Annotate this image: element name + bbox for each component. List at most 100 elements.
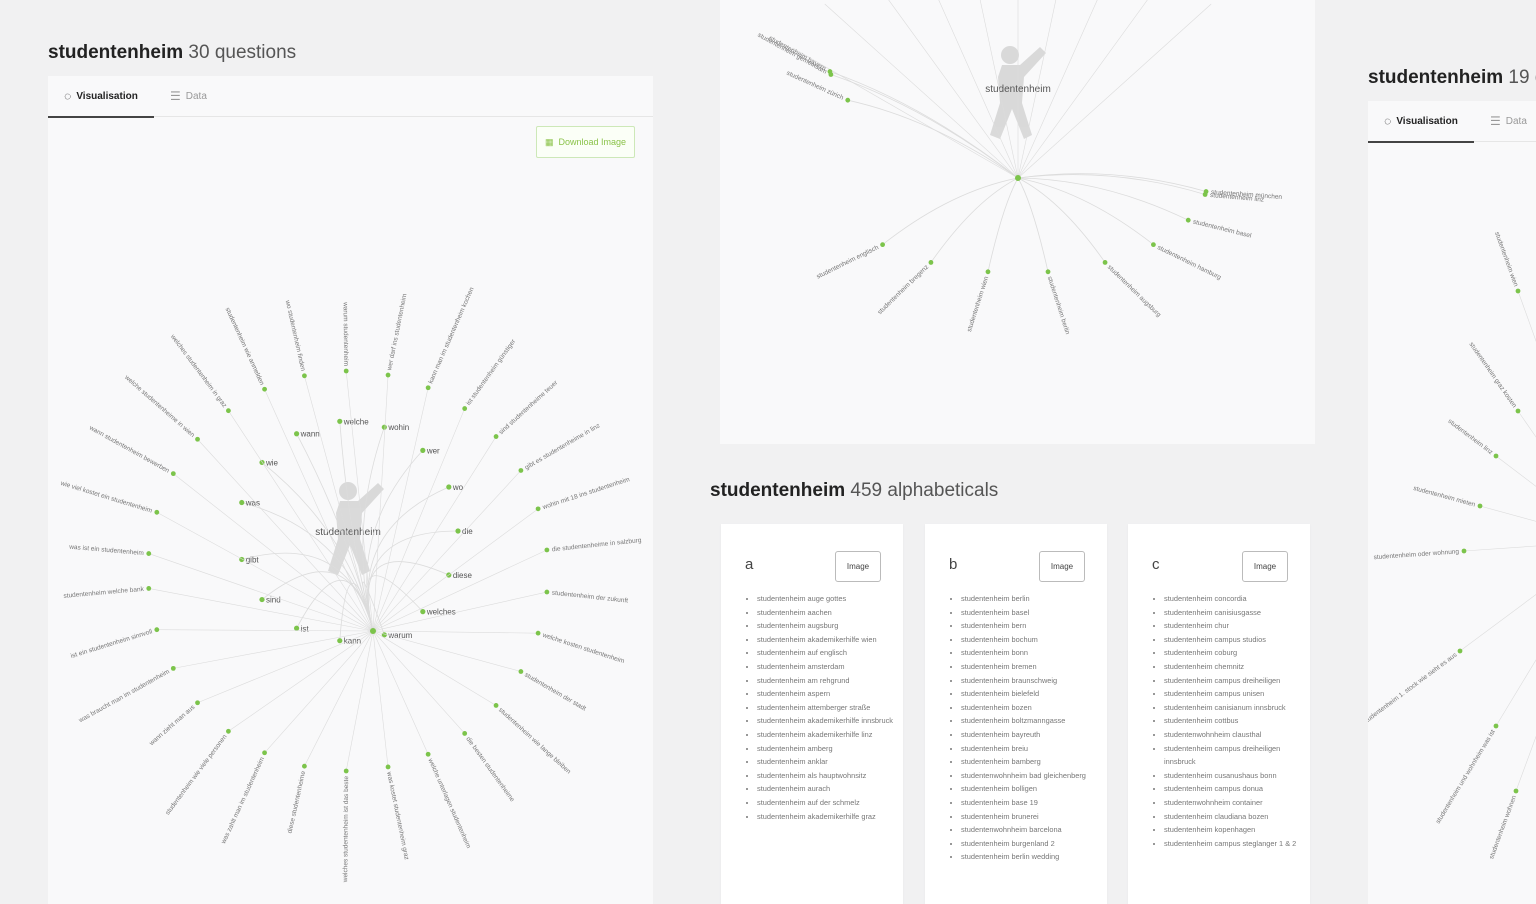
graph-node — [262, 386, 267, 392]
question-label: wie viel kostet ein studentenheim — [59, 480, 153, 515]
spoke-word-label: was — [245, 499, 260, 508]
suggestion-label: studentenheim englisch — [815, 244, 880, 281]
suggestion-label: studentenheim bayern — [768, 35, 828, 73]
graph-node — [226, 728, 231, 734]
question-label: warum studentenheim — [342, 301, 350, 366]
suggestion-item: studentenheim aspern — [757, 687, 897, 701]
suggestion-label: studentenheim augsburg — [1106, 264, 1163, 319]
graph-node — [425, 385, 431, 391]
question-label: studentenheim wohnen — [1488, 794, 1518, 860]
suggestion-item: studentenheim bamberg — [961, 755, 1101, 769]
graph-edge — [304, 630, 374, 767]
suggestion-item: studentenheim akademikerhilfe wien — [757, 633, 897, 647]
suggestion-item: studentenheim aurach — [757, 782, 897, 796]
graph-node — [1151, 242, 1156, 248]
graph-edge — [1017, 177, 1154, 245]
suggestion-item: studentenheim als hauptwohnsitz — [757, 769, 897, 783]
graph-node — [1461, 548, 1467, 554]
suggestion-item: studentenheim braunschweig — [961, 674, 1101, 688]
question-label: ist ein studentenheim sinnvoll — [70, 628, 154, 660]
suggestion-item: studentenheim bozen — [961, 701, 1101, 715]
question-label: studentenheim der zukunft — [551, 590, 628, 605]
suggestion-item: studentenheim akademikerhilfe innsbruck — [757, 714, 897, 728]
graph-edge — [1517, 410, 1536, 438]
graph-edge — [345, 630, 374, 772]
question-label: studentenheim und wohnheim was ist — [1435, 729, 1497, 826]
spoke-word-label: wohin — [387, 423, 409, 432]
graph-node — [381, 424, 387, 430]
graph-node — [518, 468, 524, 473]
graph-node — [154, 627, 160, 633]
graph-node — [1202, 192, 1208, 197]
graph-edge — [372, 549, 548, 632]
graph-node — [1185, 217, 1191, 223]
suggestion-item: studentenheim bremen — [961, 660, 1101, 674]
left-question-graph: studentenheimwaswiewannwelchewohinwerwod… — [59, 286, 642, 884]
graph-node — [420, 447, 426, 453]
graph-node — [845, 97, 851, 103]
graph-edge — [792, 47, 1019, 179]
graph-edge — [847, 99, 1019, 179]
image-button[interactable]: Image — [835, 551, 881, 582]
suggestion-item: studentenheim burgenland 2 — [961, 837, 1101, 851]
graph-node — [1513, 788, 1519, 794]
graph-edge — [367, 561, 449, 632]
suggestion-item: studentenwohnheim container — [1164, 796, 1304, 810]
left-heading: studentenheim 30 questions — [48, 42, 296, 64]
suggestion-item: studentenheim campus studios — [1164, 633, 1304, 647]
middle-heading: studentenheim 459 alphabeticals — [710, 480, 998, 502]
suggestion-item: studentenheim base 19 — [961, 796, 1101, 810]
graph-edge — [372, 630, 497, 706]
graph-node — [1102, 260, 1108, 265]
spoke-word-label: ist — [301, 624, 310, 633]
suggestion-item: studentenheim kopenhagen — [1164, 823, 1304, 837]
suggestion-item: studentenheim coburg — [1164, 646, 1304, 660]
image-button[interactable]: Image — [1242, 551, 1288, 582]
question-label: wer darf ins studentenheim — [386, 293, 409, 372]
suggestion-item: studentenheim bern — [961, 619, 1101, 633]
spoke-word-label: wie — [265, 458, 279, 467]
suggestion-item: studentenheim campus donua — [1164, 782, 1304, 796]
suggestion-item: studentenheim campus steglanger 1 & 2 — [1164, 837, 1304, 851]
suggestion-item: studentenheim brunerei — [961, 810, 1101, 824]
graph-edge — [372, 630, 521, 672]
question-label: wann studentenheim bewerben — [87, 424, 171, 475]
image-button[interactable]: Image — [1039, 551, 1085, 582]
graph-edge — [1017, 177, 1049, 272]
graph-node — [195, 700, 200, 706]
question-label: welches studentenheim ist das beste — [342, 776, 350, 884]
suggestion-label: studentenheim berlin — [1046, 276, 1071, 336]
question-label: gibt es studentenheime in linz — [524, 422, 602, 471]
graph-node — [302, 763, 307, 769]
question-label: wohin mit 18 ins studentenheim — [541, 476, 631, 511]
spoke-word-label: diese — [453, 571, 473, 580]
graph-node — [425, 751, 431, 757]
graph-edge — [372, 408, 465, 632]
suggestion-item: studentenheim chemnitz — [1164, 660, 1304, 674]
graph-edge — [1463, 545, 1536, 552]
graph-node — [195, 436, 200, 442]
graph-node — [170, 471, 176, 477]
graph-node — [239, 499, 245, 506]
question-label: welches studentenheim in graz — [168, 333, 228, 410]
suggestion-item: studentenheim berlin wedding — [961, 850, 1101, 864]
spoke-word-label: wer — [426, 446, 440, 455]
question-label: sind studentenheime teuer — [498, 379, 560, 436]
graph-node — [337, 638, 343, 644]
suggestion-item: studentenheim chur — [1164, 619, 1304, 633]
graph-node — [462, 406, 468, 411]
suggestion-list: studentenheim auge gottesstudentenheim a… — [743, 592, 897, 823]
suggestion-item: studentenheim bielefeld — [961, 687, 1101, 701]
right-heading-keyword: studentenheim — [1368, 67, 1504, 88]
left-heading-count: 30 questions — [188, 42, 297, 63]
question-label: wann zieht man aus — [148, 703, 197, 748]
alpha-card-letter: c — [1152, 556, 1160, 573]
graph-node — [928, 260, 934, 265]
graph-node — [455, 528, 461, 534]
suggestion-item: studentenheim anklar — [757, 755, 897, 769]
center-keyword-label: studentenheim — [315, 527, 381, 538]
graph-node — [420, 609, 426, 615]
graph-node — [1457, 648, 1463, 654]
graph-node — [1515, 408, 1521, 414]
graph-node — [146, 586, 152, 591]
